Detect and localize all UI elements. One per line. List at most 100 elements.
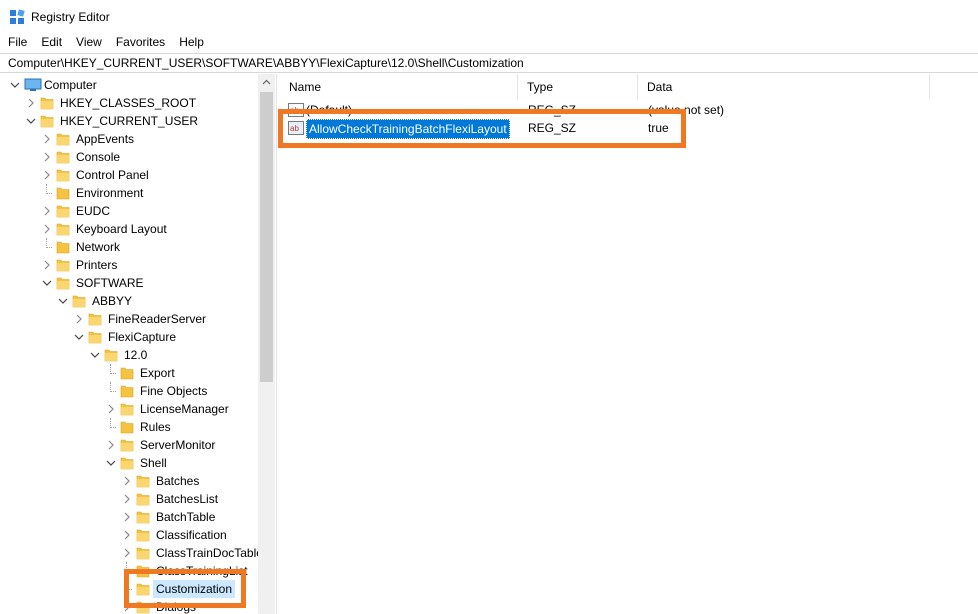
tree-item[interactable]: Shell xyxy=(0,454,258,472)
tree-item[interactable]: Control Panel xyxy=(0,166,258,184)
chevron-right-icon[interactable] xyxy=(42,224,52,234)
folder-icon xyxy=(56,277,70,290)
chevron-down-icon[interactable] xyxy=(10,80,20,90)
menu-bar: File Edit View Favorites Help xyxy=(0,33,978,52)
chevron-right-icon[interactable] xyxy=(122,530,132,540)
tree-item[interactable]: ABBYY xyxy=(0,292,258,310)
chevron-right-icon[interactable] xyxy=(106,440,116,450)
tree-item[interactable]: ClassTrainDocTable xyxy=(0,544,263,562)
chevron-down-icon[interactable] xyxy=(106,458,116,468)
registry-editor-icon xyxy=(10,9,25,24)
tree-item-label: SOFTWARE xyxy=(76,276,144,290)
tree-item[interactable]: Fine Objects xyxy=(0,382,258,400)
folder-icon xyxy=(56,133,70,146)
tree-item[interactable]: Customization xyxy=(0,580,258,598)
tree-connector xyxy=(110,382,111,392)
tree-connector xyxy=(46,184,47,194)
tree-item[interactable]: FlexiCapture xyxy=(0,328,258,346)
menu-edit[interactable]: Edit xyxy=(41,33,68,52)
tree-item-label: HKEY_CURRENT_USER xyxy=(60,114,199,128)
tree-item-label: Dialogs xyxy=(156,600,197,614)
scrollbar-thumb[interactable] xyxy=(260,92,273,382)
menu-view[interactable]: View xyxy=(76,33,108,52)
tree-item[interactable]: Rules xyxy=(0,418,258,436)
values-list: Name Type Data ab (Default) REG_SZ (value n… xyxy=(280,74,978,614)
tree-item[interactable]: Printers xyxy=(0,256,258,274)
value-name: (Default) xyxy=(306,103,353,117)
chevron-right-icon[interactable] xyxy=(106,404,116,414)
chevron-right-icon[interactable] xyxy=(122,602,132,612)
chevron-right-icon[interactable] xyxy=(74,314,84,324)
menu-favorites[interactable]: Favorites xyxy=(116,33,171,52)
tree-item[interactable]: Environment xyxy=(0,184,258,202)
title-bar: Registry Editor xyxy=(0,0,978,32)
column-header-name[interactable]: Name xyxy=(280,74,518,100)
tree-item[interactable]: BatchTable xyxy=(0,508,258,526)
chevron-right-icon[interactable] xyxy=(122,476,132,486)
chevron-right-icon[interactable] xyxy=(122,548,132,558)
tree-item[interactable]: AppEvents xyxy=(0,130,258,148)
tree-connector xyxy=(126,580,127,590)
tree-item[interactable]: HKEY_CURRENT_USER xyxy=(0,112,258,130)
tree-item-label: Rules xyxy=(140,420,171,434)
value-row[interactable]: ab AllowCheckTrainingBatchFlexiLayout REG_… xyxy=(280,119,930,139)
chevron-right-icon[interactable] xyxy=(42,170,52,180)
folder-icon xyxy=(56,187,70,200)
tree-item-label: Fine Objects xyxy=(140,384,208,398)
tree-scrollbar[interactable] xyxy=(258,74,275,614)
chevron-down-icon[interactable] xyxy=(74,332,84,342)
chevron-down-icon[interactable] xyxy=(90,350,100,360)
folder-icon xyxy=(56,259,70,272)
folder-icon xyxy=(136,511,150,524)
tree-label-computer: Computer xyxy=(44,78,97,92)
address-bar[interactable]: Computer\HKEY_CURRENT_USER\SOFTWARE\ABBY… xyxy=(0,53,978,73)
chevron-down-icon[interactable] xyxy=(42,278,52,288)
value-row[interactable]: ab (Default) REG_SZ (value not set) xyxy=(280,101,930,119)
tree-item-label: EUDC xyxy=(76,204,111,218)
chevron-right-icon[interactable] xyxy=(42,260,52,270)
scroll-up-arrow-icon[interactable] xyxy=(258,74,275,91)
value-name: AllowCheckTrainingBatchFlexiLayout xyxy=(306,119,510,139)
folder-icon xyxy=(56,151,70,164)
value-type: REG_SZ xyxy=(528,121,577,135)
svg-text:ab: ab xyxy=(290,106,299,115)
chevron-right-icon[interactable] xyxy=(26,98,36,108)
column-header-type[interactable]: Type xyxy=(518,74,638,100)
chevron-right-icon[interactable] xyxy=(122,512,132,522)
tree-item[interactable]: EUDC xyxy=(0,202,258,220)
tree-item[interactable]: LicenseManager xyxy=(0,400,258,418)
chevron-right-icon[interactable] xyxy=(42,134,52,144)
tree-item[interactable]: HKEY_CLASSES_ROOT xyxy=(0,94,258,112)
column-header-data[interactable]: Data xyxy=(638,74,930,100)
tree-item[interactable]: Dialogs xyxy=(0,598,258,614)
tree-item[interactable]: SOFTWARE xyxy=(0,274,258,292)
chevron-right-icon[interactable] xyxy=(122,494,132,504)
menu-help[interactable]: Help xyxy=(179,33,210,52)
tree-item[interactable]: Export xyxy=(0,364,258,382)
tree-root-computer[interactable]: Computer xyxy=(0,76,258,94)
computer-icon xyxy=(24,78,42,91)
tree-item[interactable]: 12.0 xyxy=(0,346,258,364)
menu-file[interactable]: File xyxy=(8,33,33,52)
tree-item[interactable]: Console xyxy=(0,148,258,166)
chevron-right-icon[interactable] xyxy=(42,206,52,216)
tree-item[interactable]: ServerMonitor xyxy=(0,436,258,454)
chevron-right-icon[interactable] xyxy=(42,152,52,162)
tree-item[interactable]: ClassTrainingList xyxy=(0,562,258,580)
folder-icon xyxy=(120,457,134,470)
chevron-down-icon[interactable] xyxy=(58,296,68,306)
chevron-down-icon[interactable] xyxy=(26,116,36,126)
tree-item[interactable]: Classification xyxy=(0,526,258,544)
tree-item[interactable]: Network xyxy=(0,238,258,256)
tree-item-label: ServerMonitor xyxy=(140,438,216,452)
tree-item-label: BatchesList xyxy=(156,492,219,506)
tree-item[interactable]: Batches xyxy=(0,472,258,490)
folder-icon xyxy=(120,385,134,398)
folder-icon xyxy=(136,493,150,506)
tree-item[interactable]: FineReaderServer xyxy=(0,310,258,328)
tree-item-label: 12.0 xyxy=(124,348,148,362)
tree-item[interactable]: BatchesList xyxy=(0,490,258,508)
string-value-icon: ab xyxy=(288,121,304,135)
tree-item[interactable]: Keyboard Layout xyxy=(0,220,258,238)
folder-icon xyxy=(120,367,134,380)
